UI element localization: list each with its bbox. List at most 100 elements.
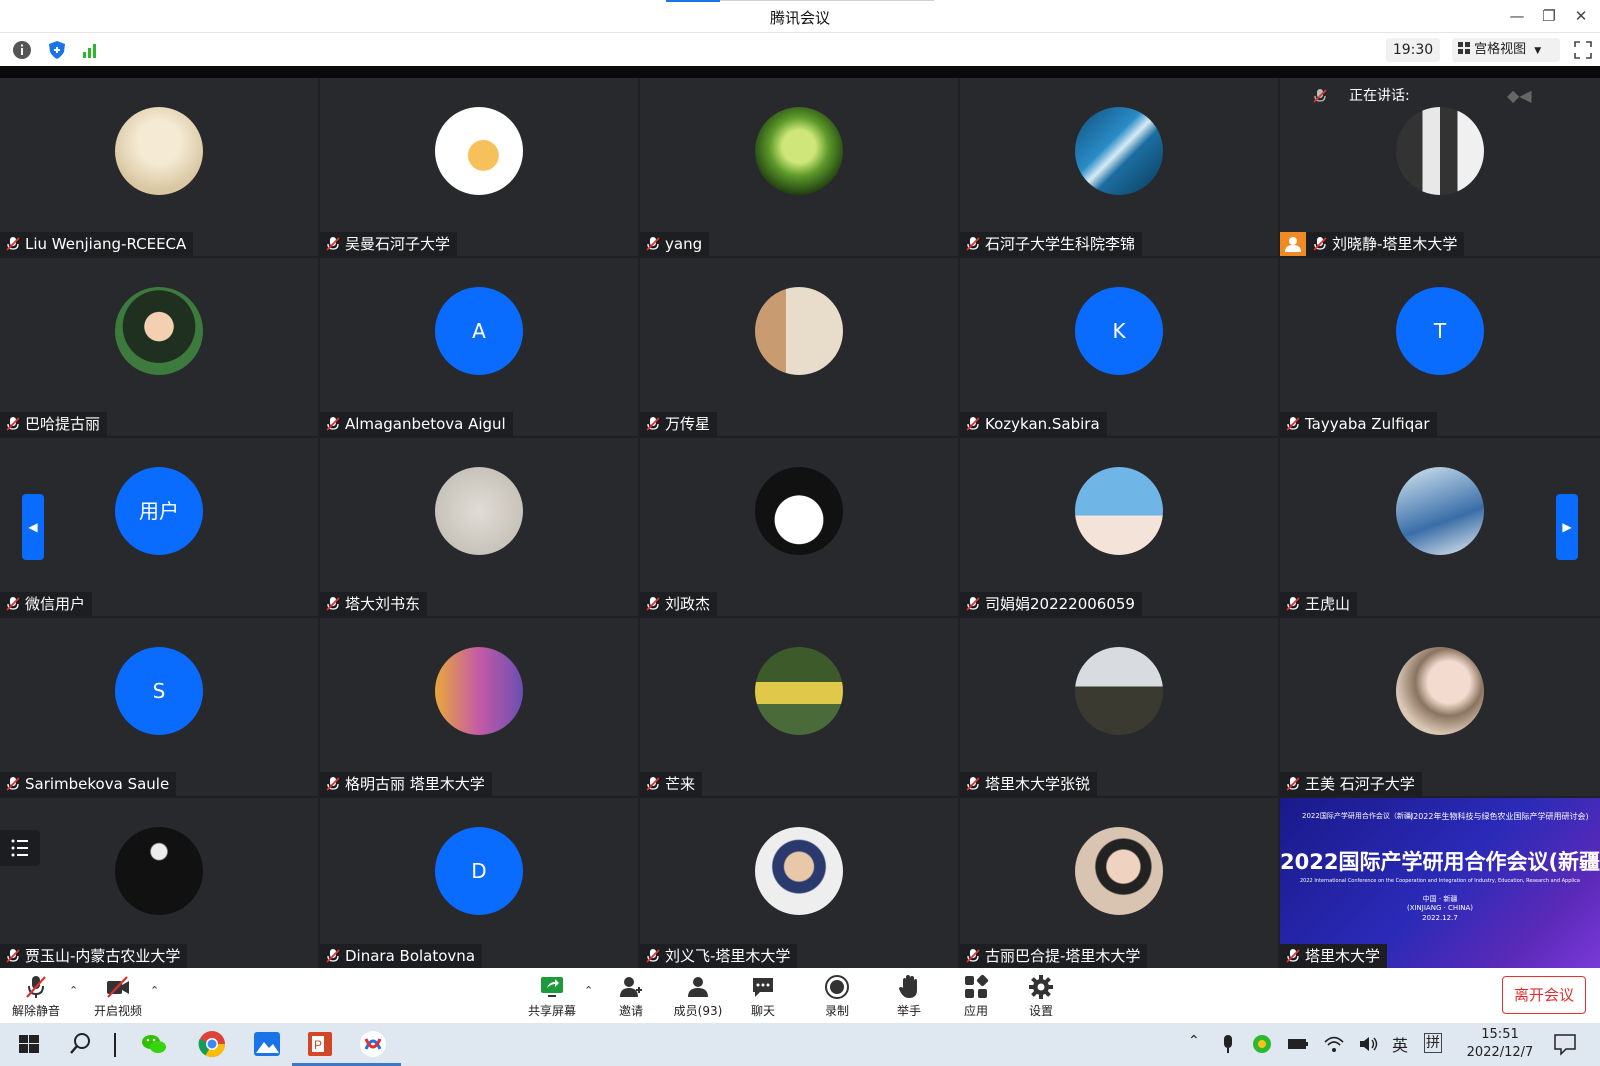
photos-app-icon[interactable] [252, 1029, 282, 1059]
view-mode-button[interactable]: 宫格视图 ▼ [1452, 38, 1560, 62]
participant-tile[interactable]: yang [640, 78, 958, 256]
participant-nametag: 芒来 [640, 772, 703, 796]
restore-button[interactable]: ❐ [1538, 5, 1560, 27]
tencent-meeting-icon[interactable] [358, 1029, 388, 1059]
record-button[interactable]: 录制 [807, 974, 867, 1022]
chevron-down-icon: ▼ [1534, 46, 1542, 56]
participant-avatar: K [1075, 287, 1163, 375]
participant-tile[interactable]: 用户 微信用户 [0, 438, 318, 616]
participant-tile[interactable]: 万传星 [640, 258, 958, 436]
participant-tile[interactable]: 贾玉山-内蒙古农业大学 [0, 798, 318, 968]
leave-meeting-button[interactable]: 离开会议 [1502, 976, 1586, 1014]
battery-icon[interactable] [1286, 1029, 1310, 1059]
search-icon[interactable] [66, 1029, 96, 1059]
participant-tile[interactable]: A Almaganbetova Aigul [320, 258, 638, 436]
share-options-caret[interactable]: ⌃ [584, 984, 593, 997]
minimize-button[interactable]: — [1506, 5, 1528, 27]
mic-muted-icon [326, 777, 340, 791]
participant-avatar [1075, 467, 1163, 555]
participant-tile[interactable]: 刘政杰 [640, 438, 958, 616]
participant-tile[interactable]: 古丽巴合提-塔里木大学 [960, 798, 1278, 968]
start-video-button[interactable]: 开启视频 [88, 974, 148, 1022]
participant-tile[interactable]: K Kozykan.Sabira [960, 258, 1278, 436]
bottom-control-bar: 解除静音 ⌃ 开启视频 ⌃ 共享屏幕 ⌃ 邀请 成员(93) 聊天 录制 举手 … [0, 968, 1600, 1023]
participant-tile[interactable]: 刘义飞-塔里木大学 [640, 798, 958, 968]
next-page-button[interactable]: ▶ [1556, 494, 1578, 560]
members-button[interactable]: 成员(93) [668, 974, 728, 1022]
participant-nametag: 王虎山 [1280, 592, 1358, 616]
chat-button[interactable]: 聊天 [733, 974, 793, 1022]
invite-button[interactable]: 邀请 [601, 974, 661, 1022]
participant-list-button[interactable] [0, 830, 40, 866]
powerpoint-icon[interactable]: P [305, 1029, 335, 1059]
participant-tile[interactable]: Liu Wenjiang-RCEECA [0, 78, 318, 256]
settings-button[interactable]: 设置 [1011, 974, 1071, 1022]
volume-icon[interactable] [1357, 1029, 1381, 1059]
mic-muted-icon [1286, 777, 1300, 791]
chrome-icon[interactable] [197, 1029, 227, 1059]
app-tray-icon[interactable] [1250, 1029, 1274, 1059]
signal-strength-icon[interactable] [81, 40, 101, 60]
prev-page-button[interactable]: ◀ [22, 494, 44, 560]
participant-nametag: 古丽巴合提-塔里木大学 [960, 944, 1148, 968]
participant-avatar [115, 287, 203, 375]
participant-tile[interactable]: 石河子大学生科院李锦 [960, 78, 1278, 256]
mic-muted-icon [6, 777, 20, 791]
participant-tile[interactable]: 王美 石河子大学 [1280, 618, 1600, 796]
video-options-caret[interactable]: ⌃ [150, 984, 159, 997]
apps-button[interactable]: 应用 [946, 974, 1006, 1022]
chevron-left-icon: ◀ [28, 520, 38, 534]
windows-start-icon[interactable] [14, 1029, 44, 1059]
participant-tile[interactable]: 巴哈提古丽 [0, 258, 318, 436]
settings-label: 设置 [1028, 1004, 1053, 1018]
raise-hand-icon [899, 975, 917, 998]
participant-avatar [1075, 107, 1163, 195]
share-screen-button[interactable]: 共享屏幕 [522, 974, 582, 1022]
participant-tile[interactable]: S Sarimbekova Saule [0, 618, 318, 796]
participant-nametag: 巴哈提古丽 [0, 412, 108, 436]
participant-tile[interactable]: 司娟娟20222006059 [960, 438, 1278, 616]
ime-mode[interactable]: 拼 [1424, 1033, 1442, 1053]
list-icon [11, 839, 28, 857]
wifi-icon[interactable] [1322, 1029, 1346, 1059]
notification-center-icon[interactable] [1552, 1029, 1578, 1059]
security-shield-icon[interactable] [47, 40, 67, 60]
participant-avatar [115, 107, 203, 195]
participant-tile[interactable]: 格明古丽 塔里木大学 [320, 618, 638, 796]
participant-avatar [755, 287, 843, 375]
fullscreen-icon[interactable] [1574, 41, 1592, 59]
participant-tile[interactable]: 芒来 [640, 618, 958, 796]
participant-avatar [755, 467, 843, 555]
participant-tile[interactable]: 王虎山 [1280, 438, 1600, 616]
participant-name: 刘义飞-塔里木大学 [665, 947, 791, 965]
participant-tile[interactable]: D Dinara Bolatovna [320, 798, 638, 968]
participant-name: Dinara Bolatovna [345, 947, 476, 965]
ime-language[interactable]: 英 [1392, 1032, 1408, 1056]
apps-grid-icon [965, 974, 989, 998]
speaking-collapse-icon[interactable]: ◆◀ [1507, 80, 1532, 112]
participant-tile[interactable]: 塔里木大学张锐 [960, 618, 1278, 796]
system-clock[interactable]: 15:51 2022/12/7 [1460, 1026, 1540, 1062]
participant-tile[interactable]: 2022国际产学研用合作会议（新疆） (2022年生物科技与绿色农业国际产学研用研… [1280, 798, 1600, 968]
mic-muted-icon [326, 237, 340, 251]
task-view-icon[interactable] [114, 1033, 116, 1057]
participant-tile[interactable]: T Tayyaba Zulfiqar [1280, 258, 1600, 436]
chat-label: 聊天 [750, 1004, 775, 1018]
microphone-tray-icon[interactable] [1218, 1029, 1238, 1059]
participant-nametag: Sarimbekova Saule [0, 772, 177, 796]
participant-tile[interactable]: 塔大刘书东 [320, 438, 638, 616]
close-button[interactable]: ✕ [1570, 5, 1592, 27]
members-label: 成员(93) [673, 1004, 723, 1018]
participant-tile[interactable]: 吴曼石河子大学 [320, 78, 638, 256]
wechat-icon[interactable] [139, 1029, 169, 1059]
record-icon [825, 975, 849, 999]
unmute-button[interactable]: 解除静音 [6, 974, 66, 1022]
raise-hand-button[interactable]: 举手 [879, 974, 939, 1022]
audio-options-caret[interactable]: ⌃ [69, 984, 78, 997]
tray-expand-icon[interactable]: ⌃ [1188, 1033, 1200, 1049]
mic-muted-icon [6, 949, 20, 963]
participant-name: 格明古丽 塔里木大学 [345, 775, 485, 793]
video-top-strip [0, 66, 1600, 78]
participant-nametag: yang [640, 232, 710, 256]
info-icon[interactable] [12, 40, 32, 60]
